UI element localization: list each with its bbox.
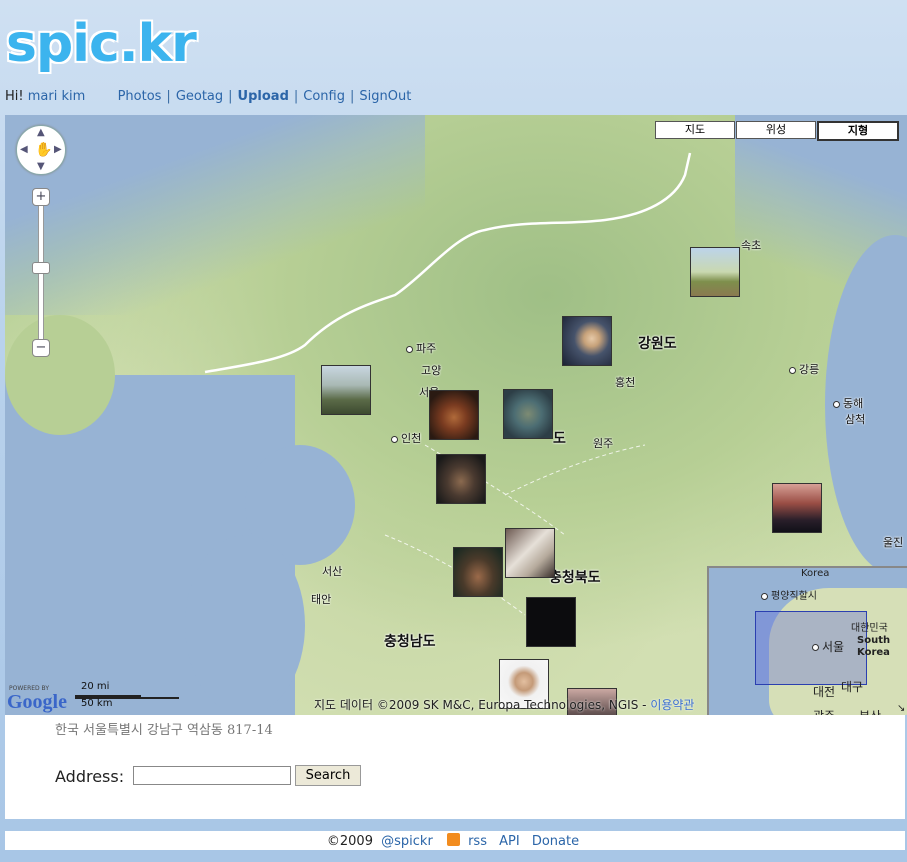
photo-thumbnail[interactable] (526, 597, 576, 647)
photo-thumbnail[interactable] (429, 390, 479, 440)
overview-label: 서울 (812, 638, 844, 655)
rss-link[interactable]: rss (468, 834, 487, 849)
address-panel: 한국 서울특별시 강남구 역삼동 817-14 Address: Search (5, 715, 905, 819)
spickr-logo[interactable]: spic.kr (6, 14, 197, 74)
nav-photos[interactable]: Photos (118, 89, 162, 104)
place-label: 삼척 (845, 413, 866, 426)
overview-label: 대전 (813, 685, 836, 699)
place-label: 원주 (593, 437, 614, 450)
overview-label: 광주 (813, 707, 835, 715)
pan-control[interactable]: ▲ ▼ ◀ ▶ ✋ (16, 125, 66, 175)
nav-signout[interactable]: SignOut (359, 89, 411, 104)
terms-link[interactable]: 이용약관 (650, 698, 694, 712)
scale-km: 50 km (81, 698, 113, 709)
address-input[interactable] (133, 766, 291, 785)
zoom-in-button[interactable]: + (32, 188, 50, 206)
place-label: 파주 (406, 340, 436, 356)
greeting: Hi! (5, 89, 24, 104)
nav-separator: | (293, 89, 299, 104)
place-label: 충청북도 (549, 570, 601, 586)
overview-label: 평양직할시 (761, 587, 817, 602)
pan-right-icon[interactable]: ▶ (54, 144, 62, 155)
nav-separator: | (228, 89, 233, 104)
api-link[interactable]: API (499, 834, 520, 849)
place-label: 도 (553, 431, 566, 447)
address-label: Address: (55, 767, 125, 786)
overview-label: Korea (801, 568, 830, 579)
top-navigation: Hi! mari kim Photos | Geotag | Upload | Config… (5, 89, 411, 104)
search-button[interactable]: Search (295, 765, 361, 786)
overview-label: 부산 (859, 707, 881, 715)
nav-separator: | (166, 89, 171, 104)
overview-toggle-icon[interactable]: ↘ (897, 703, 905, 714)
nav-geotag[interactable]: Geotag (176, 89, 223, 104)
nav-separator: | (349, 89, 355, 104)
place-label: 홍천 (615, 376, 636, 389)
place-label: 울진 (883, 536, 904, 549)
copyright: ©2009 (326, 834, 373, 849)
overview-label: 대한민국 (851, 623, 888, 634)
scale-miles: 20 mi (81, 681, 110, 692)
zoom-slider-handle[interactable] (32, 262, 50, 274)
overview-label: Korea (857, 647, 890, 658)
nav-config[interactable]: Config (303, 89, 345, 104)
photo-thumbnail[interactable] (503, 389, 553, 439)
overview-label: 대구 (841, 680, 864, 694)
nav-upload[interactable]: Upload (238, 89, 289, 104)
footer: ©2009 @spickr rss API Donate (5, 831, 905, 850)
place-label: 고양 (421, 364, 442, 377)
pan-down-icon[interactable]: ▼ (37, 161, 45, 172)
place-label: 서산 (322, 565, 343, 578)
rss-icon[interactable] (446, 833, 460, 846)
photo-thumbnail[interactable] (562, 316, 612, 366)
place-label: 강릉 (789, 361, 819, 377)
photo-thumbnail[interactable] (690, 247, 740, 297)
place-label: 강원도 (638, 336, 677, 352)
zoom-out-button[interactable]: − (32, 339, 50, 357)
pan-left-icon[interactable]: ◀ (20, 144, 28, 155)
overview-map[interactable]: Korea 평양직할시 대한민국 South Korea 서울 대전 대구 광주… (707, 566, 907, 715)
place-label: 태안 (311, 593, 332, 606)
map-attribution: 지도 데이터 ©2009 SK M&C, Europa Technologies… (314, 696, 694, 713)
donate-link[interactable]: Donate (532, 834, 579, 849)
current-address: 한국 서울특별시 강남구 역삼동 817-14 (55, 723, 273, 738)
hand-icon[interactable]: ✋ (35, 142, 52, 158)
photo-thumbnail[interactable] (772, 483, 822, 533)
place-label: 인천 (391, 430, 421, 446)
google-logo[interactable]: Google (7, 691, 67, 714)
place-label: 동해 (833, 395, 863, 411)
photo-thumbnail[interactable] (321, 365, 371, 415)
photo-thumbnail[interactable] (453, 547, 503, 597)
place-label: 충청남도 (384, 634, 436, 650)
place-label: 속초 (741, 239, 762, 252)
map-type-terrain[interactable]: 지형 (817, 121, 899, 141)
map-type-map[interactable]: 지도 (655, 121, 735, 139)
map-canvas[interactable]: 지도 위성 지형 ▲ ▼ ◀ ▶ ✋ + − 속초 강원도 파주 고양 서울 홍… (5, 115, 907, 715)
twitter-link[interactable]: @spickr (381, 834, 433, 849)
attribution-text: 지도 데이터 ©2009 SK M&C, Europa Technologies… (314, 698, 647, 712)
overview-label: South (857, 635, 891, 646)
map-type-satellite[interactable]: 위성 (736, 121, 816, 139)
pan-up-icon[interactable]: ▲ (37, 127, 45, 138)
photo-thumbnail[interactable] (505, 528, 555, 578)
user-link[interactable]: mari kim (28, 89, 86, 104)
map-scale: 20 mi 50 km (75, 681, 179, 709)
photo-thumbnail[interactable] (436, 454, 486, 504)
